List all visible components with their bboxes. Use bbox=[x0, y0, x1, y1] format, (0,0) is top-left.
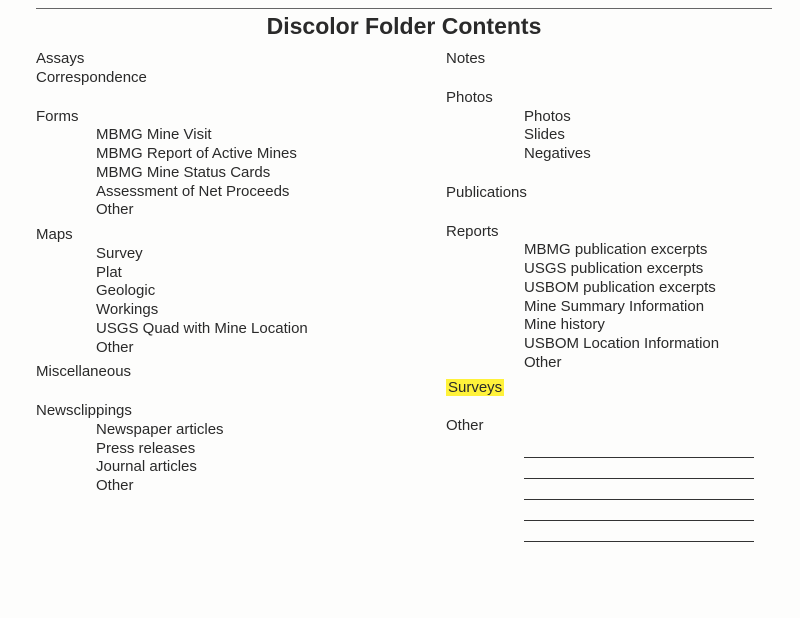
blank-line bbox=[524, 482, 754, 500]
columns: Assays Correspondence Forms MBMG Mine Vi… bbox=[36, 50, 772, 545]
category-notes: Notes bbox=[446, 50, 772, 69]
category-reports: Reports bbox=[446, 223, 772, 242]
list-item: Other bbox=[96, 339, 446, 358]
list-item: Workings bbox=[96, 301, 446, 320]
page: Discolor Folder Contents Assays Correspo… bbox=[0, 0, 800, 545]
blank-line bbox=[524, 503, 754, 521]
top-rule bbox=[36, 8, 772, 9]
list-item: MBMG Mine Status Cards bbox=[96, 164, 446, 183]
forms-list: MBMG Mine Visit MBMG Report of Active Mi… bbox=[96, 126, 446, 220]
category-photos: Photos bbox=[446, 89, 772, 108]
list-item: Other bbox=[96, 477, 446, 496]
blank-line bbox=[524, 461, 754, 479]
list-item: Assessment of Net Proceeds bbox=[96, 183, 446, 202]
list-item: Mine history bbox=[524, 316, 772, 335]
category-other: Other bbox=[446, 417, 772, 436]
photos-list: Photos Slides Negatives bbox=[524, 108, 772, 164]
list-item: Other bbox=[524, 354, 772, 373]
left-column: Assays Correspondence Forms MBMG Mine Vi… bbox=[36, 50, 446, 545]
list-item: Negatives bbox=[524, 145, 772, 164]
category-miscellaneous: Miscellaneous bbox=[36, 363, 446, 382]
blank-lines bbox=[524, 440, 772, 542]
list-item: Journal articles bbox=[96, 458, 446, 477]
newsclippings-list: Newspaper articles Press releases Journa… bbox=[96, 421, 446, 496]
list-item: Survey bbox=[96, 245, 446, 264]
list-item: Plat bbox=[96, 264, 446, 283]
list-item: Slides bbox=[524, 126, 772, 145]
list-item: MBMG Report of Active Mines bbox=[96, 145, 446, 164]
list-item: Newspaper articles bbox=[96, 421, 446, 440]
page-title: Discolor Folder Contents bbox=[36, 13, 772, 40]
blank-line bbox=[524, 524, 754, 542]
blank-line bbox=[524, 440, 754, 458]
list-item: MBMG publication excerpts bbox=[524, 241, 772, 260]
reports-list: MBMG publication excerpts USGS publicati… bbox=[524, 241, 772, 372]
list-item: Other bbox=[96, 201, 446, 220]
list-item: Geologic bbox=[96, 282, 446, 301]
list-item: USGS Quad with Mine Location bbox=[96, 320, 446, 339]
list-item: USBOM publication excerpts bbox=[524, 279, 772, 298]
list-item: USGS publication excerpts bbox=[524, 260, 772, 279]
list-item: Mine Summary Information bbox=[524, 298, 772, 317]
category-newsclippings: Newsclippings bbox=[36, 402, 446, 421]
list-item: Photos bbox=[524, 108, 772, 127]
category-publications: Publications bbox=[446, 184, 772, 203]
category-assays: Assays bbox=[36, 50, 446, 69]
list-item: Press releases bbox=[96, 440, 446, 459]
category-surveys: Surveys bbox=[446, 379, 772, 398]
list-item: MBMG Mine Visit bbox=[96, 126, 446, 145]
list-item: USBOM Location Information bbox=[524, 335, 772, 354]
category-maps: Maps bbox=[36, 226, 446, 245]
category-forms: Forms bbox=[36, 108, 446, 127]
category-correspondence: Correspondence bbox=[36, 69, 446, 88]
right-column: Notes Photos Photos Slides Negatives Pub… bbox=[446, 50, 772, 545]
maps-list: Survey Plat Geologic Workings USGS Quad … bbox=[96, 245, 446, 358]
highlighted-text: Surveys bbox=[446, 379, 504, 396]
